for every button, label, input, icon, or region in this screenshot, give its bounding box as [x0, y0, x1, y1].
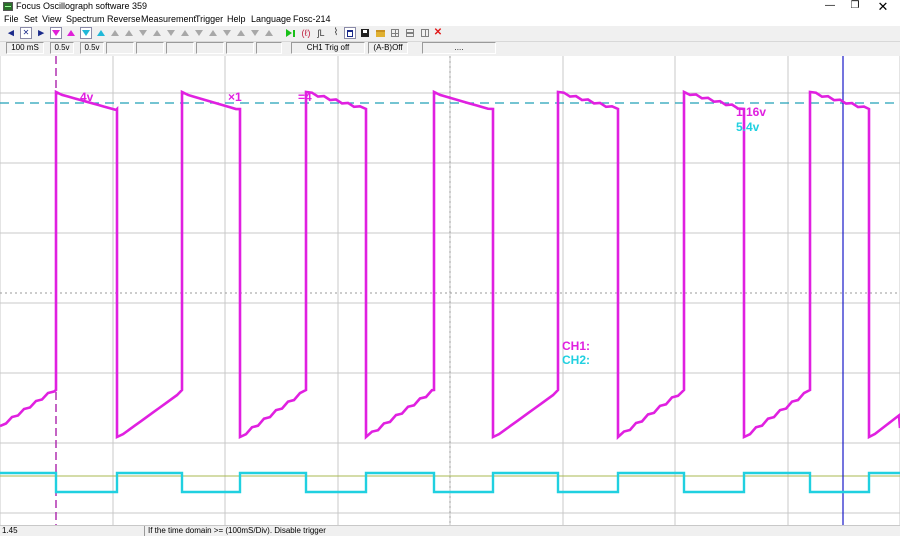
gray-up-icon[interactable] — [235, 27, 247, 39]
math-status-field[interactable]: (A-B)Off — [368, 42, 408, 54]
menu-fosc[interactable]: Fosc-214 — [293, 14, 331, 25]
ch2-value-label: 5.4v — [736, 120, 760, 134]
menu-trigger[interactable]: Trigger — [195, 14, 223, 25]
ch1-amplitude-label: 4v — [80, 90, 94, 104]
menu-help[interactable]: Help — [227, 14, 246, 25]
zoom-box-icon[interactable]: ✕ — [20, 27, 32, 39]
window-title: Focus Oscillograph software 359 — [16, 1, 148, 11]
gray-down-icon[interactable] — [221, 27, 233, 39]
gray-down-icon[interactable] — [249, 27, 261, 39]
gray-up-icon[interactable] — [109, 27, 121, 39]
grid-icon[interactable] — [389, 27, 401, 39]
gray-up-icon[interactable] — [207, 27, 219, 39]
gray-up-icon[interactable] — [123, 27, 135, 39]
ch1-up-icon[interactable] — [65, 27, 77, 39]
ch2-down-icon[interactable] — [80, 27, 92, 39]
empty-field — [226, 42, 254, 54]
menu-language[interactable]: Language — [251, 14, 291, 25]
app-icon — [3, 2, 13, 11]
toolbar: ◂ ✕ ▸ (ℓ) ʃL ⌇ ✕ — [0, 26, 900, 42]
ch1-readout-label: CH1: — [562, 339, 591, 353]
menu-measurement[interactable]: Measurement — [141, 14, 196, 25]
menu-spectrum[interactable]: Spectrum — [66, 14, 105, 25]
menu-file[interactable]: File — [4, 14, 19, 25]
gray-down-icon[interactable] — [137, 27, 149, 39]
waveform-canvas[interactable] — [0, 56, 900, 525]
open-folder-icon[interactable] — [374, 27, 386, 39]
table-icon[interactable] — [404, 27, 416, 39]
maximize-button[interactable]: ❐ — [840, 0, 870, 13]
window-icon[interactable] — [344, 27, 356, 39]
menu-view[interactable]: View — [42, 14, 61, 25]
save-icon[interactable] — [359, 27, 371, 39]
extra-field[interactable]: .... — [422, 42, 496, 54]
empty-field — [136, 42, 164, 54]
ch2-up-icon[interactable] — [95, 27, 107, 39]
status-message: If the time domain >= (100mS/Div). Disab… — [148, 526, 326, 535]
gray-up-icon[interactable] — [263, 27, 275, 39]
table-icon[interactable] — [419, 27, 431, 39]
ch1-volts-field[interactable]: 0.5v — [50, 42, 74, 54]
gray-up-icon[interactable] — [151, 27, 163, 39]
trigger-edge-icon[interactable]: ʃL — [315, 27, 327, 39]
empty-field — [256, 42, 282, 54]
menu-set[interactable]: Set — [24, 14, 38, 25]
ch2-volts-field[interactable]: 0.5v — [80, 42, 104, 54]
result-label: =4 — [298, 90, 312, 104]
close-x-icon[interactable]: ✕ — [432, 27, 444, 39]
menu-reverse[interactable]: Reverse — [107, 14, 141, 25]
signal-icon[interactable]: (ℓ) — [300, 27, 312, 39]
gray-down-icon[interactable] — [165, 27, 177, 39]
measure-icon[interactable]: ⌇ — [330, 27, 342, 39]
ch1-value-label: 1.16v — [736, 105, 767, 119]
menu-bar: File Set View Spectrum Reverse Measureme… — [0, 13, 900, 26]
status-value: 1.45 — [2, 526, 18, 535]
scope-display[interactable]: 4v ×1 =4 1.16v 5.4v CH1: CH2: — [0, 56, 900, 525]
status-bar: 1.45 If the time domain >= (100mS/Div). … — [0, 525, 900, 536]
empty-field — [196, 42, 224, 54]
title-bar: Focus Oscillograph software 359 — ❐ ✕ — [0, 0, 900, 13]
timebase-field[interactable]: 100 mS — [6, 42, 44, 54]
multiplier-label: ×1 — [228, 90, 242, 104]
trigger-status-field[interactable]: CH1 Trig off — [291, 42, 365, 54]
ch2-readout-label: CH2: — [562, 353, 591, 367]
close-button[interactable]: ✕ — [868, 0, 898, 13]
parameter-row: 100 mS 0.5v 0.5v CH1 Trig off (A-B)Off .… — [0, 42, 900, 55]
empty-field — [106, 42, 134, 54]
empty-field — [166, 42, 194, 54]
ch1-down-icon[interactable] — [50, 27, 62, 39]
move-left-icon[interactable]: ◂ — [5, 27, 17, 39]
gray-down-icon[interactable] — [193, 27, 205, 39]
move-right-icon[interactable]: ▸ — [35, 27, 47, 39]
grid — [0, 56, 900, 525]
run-icon[interactable] — [284, 27, 296, 39]
gray-up-icon[interactable] — [179, 27, 191, 39]
